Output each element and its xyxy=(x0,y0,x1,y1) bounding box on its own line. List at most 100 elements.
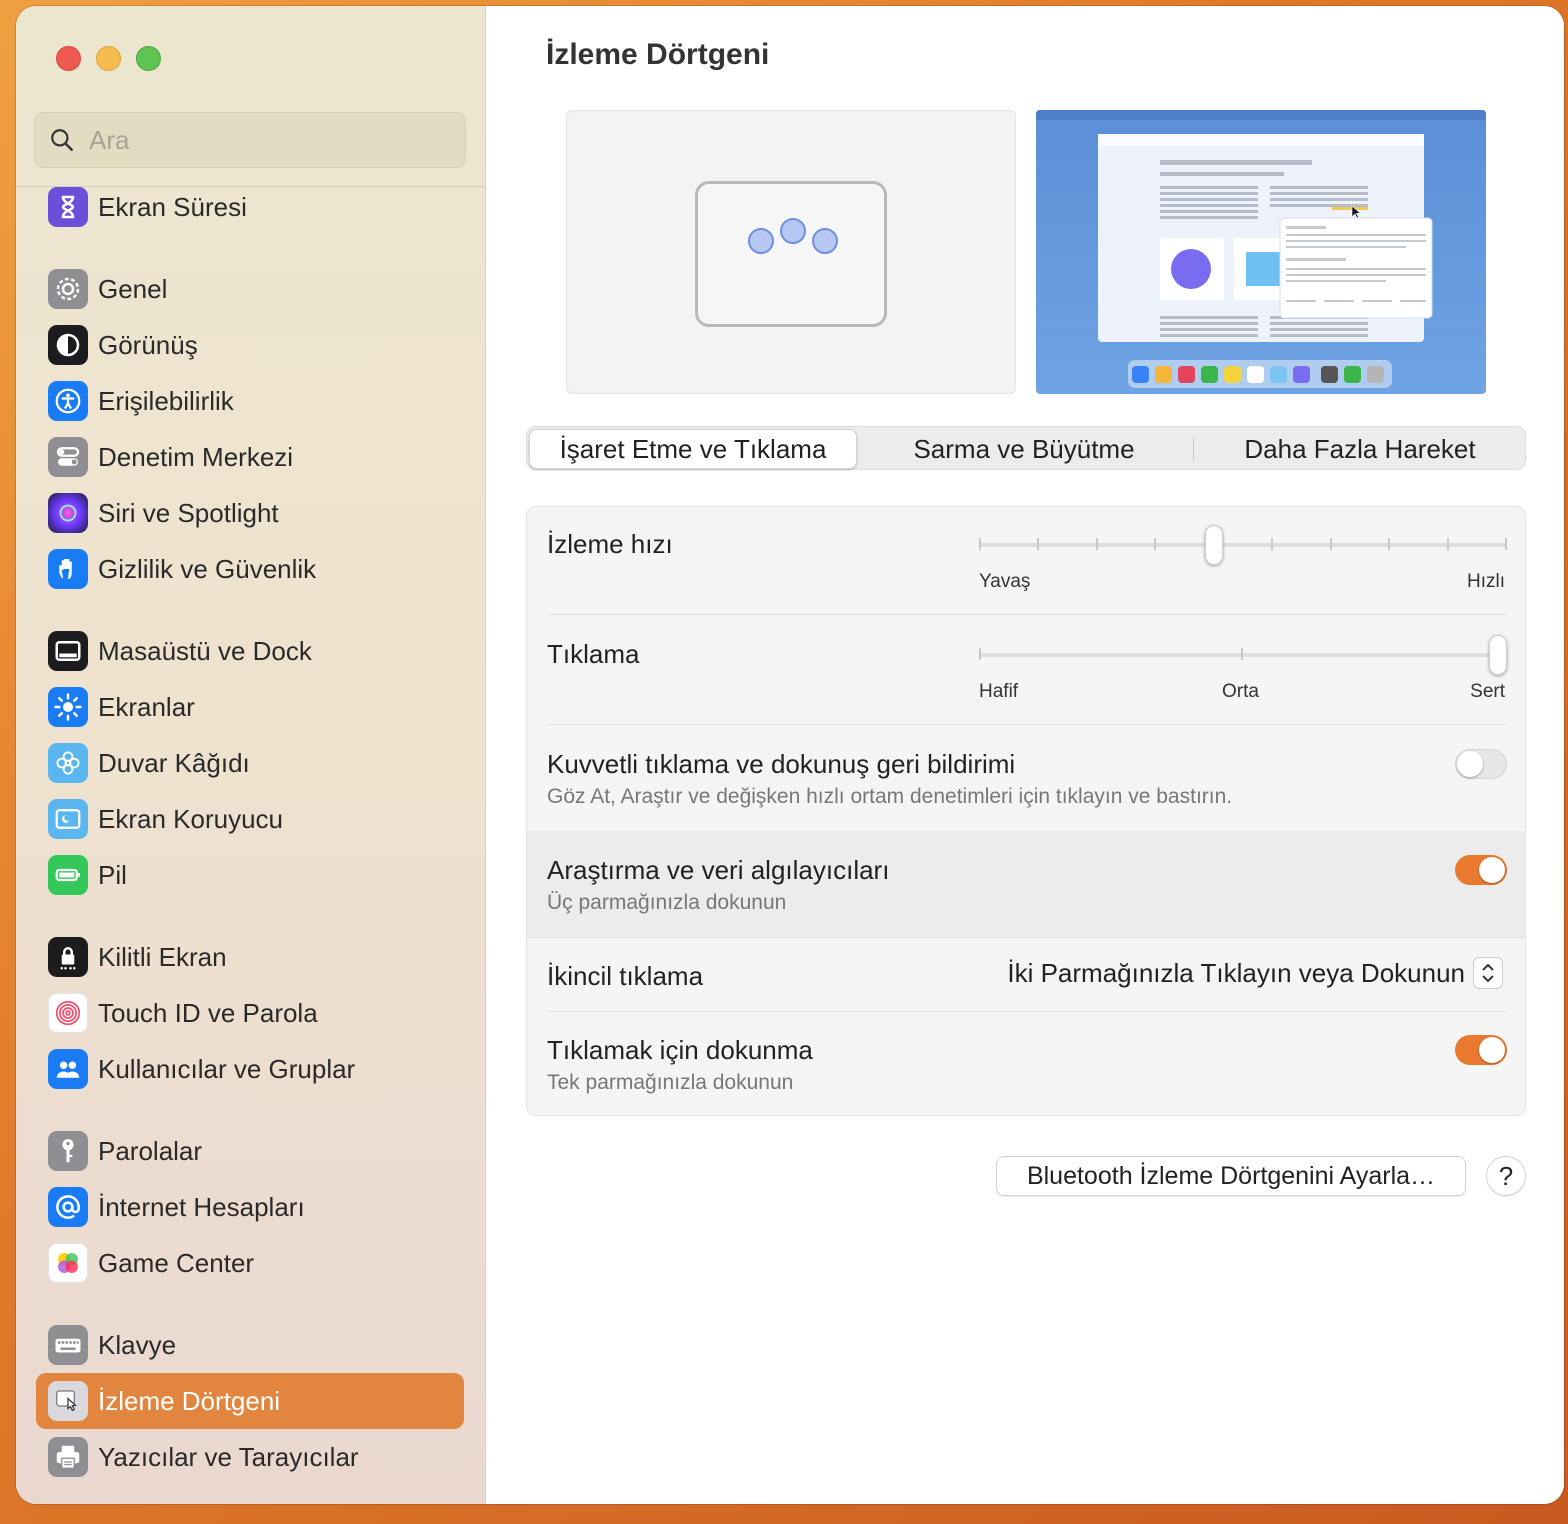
sidebar-item-label: Ekran Koruyucu xyxy=(98,803,283,834)
force-click-toggle[interactable] xyxy=(1455,749,1507,779)
slider-tick xyxy=(979,538,981,550)
lookup-demo-illustration xyxy=(1036,110,1486,388)
force-click-label: Kuvvetli tıklama ve dokunuş geri bildiri… xyxy=(547,749,1016,779)
sidebar-item-label: Game Center xyxy=(98,1247,255,1278)
click-medium-label: Orta xyxy=(1222,681,1259,702)
sidebar-item-label: Gizlilik ve Güvenlik xyxy=(98,553,317,584)
sidebar-item-accessibility[interactable]: Erişilebilirlik xyxy=(36,373,464,429)
row-separator xyxy=(547,1011,1507,1012)
sidebar-item-label: Masaüstü ve Dock xyxy=(98,635,312,666)
slider-tick xyxy=(1388,538,1390,550)
sidebar-item-label: Erişilebilirlik xyxy=(98,385,234,416)
finger-dot xyxy=(812,228,838,254)
key-icon xyxy=(48,1131,88,1171)
secondary-click-value: İki Parmağınızla Tıklayın veya Dokunun xyxy=(1007,957,1465,988)
secondary-click-popup[interactable]: İki Parmağınızla Tıklayın veya Dokunun xyxy=(1007,957,1503,989)
click-pressure-slider[interactable] xyxy=(979,653,1507,657)
sidebar-item-label: Parolalar xyxy=(98,1135,203,1166)
slider-tick xyxy=(1330,538,1332,550)
sidebar-item-passwords[interactable]: Parolalar xyxy=(36,1123,464,1179)
chevron-up-down-icon xyxy=(1473,957,1503,989)
printer-icon xyxy=(48,1437,88,1477)
control-center-icon xyxy=(48,437,88,477)
sidebar-item-displays[interactable]: Ekranlar xyxy=(36,679,464,735)
tab-divider xyxy=(1193,437,1194,461)
settings-window: Ekran Süresi Genel Görünüş Erişilebilirl… xyxy=(16,6,1564,1504)
zoom-window-button[interactable] xyxy=(136,46,161,71)
sidebar-item-wallpaper[interactable]: Duvar Kâğıdı xyxy=(36,735,464,791)
flower-icon xyxy=(48,743,88,783)
sidebar-item-internet-accounts[interactable]: İnternet Hesapları xyxy=(36,1179,464,1235)
force-click-description: Göz At, Araştır ve değişken hızlı ortam … xyxy=(547,785,1233,808)
lock-icon xyxy=(48,937,88,977)
tracking-speed-label: İzleme hızı xyxy=(547,529,673,559)
sidebar-item-appearance[interactable]: Görünüş xyxy=(36,317,464,373)
tab-more-gestures[interactable]: Daha Fazla Hareket xyxy=(1195,429,1525,469)
screensaver-icon xyxy=(48,799,88,839)
appearance-icon xyxy=(48,325,88,365)
users-icon xyxy=(48,1049,88,1089)
sidebar-item-game-center[interactable]: Game Center xyxy=(36,1235,464,1291)
tracking-speed-slider[interactable] xyxy=(979,543,1507,547)
lookup-toggle[interactable] xyxy=(1455,855,1507,885)
row-separator xyxy=(547,724,1507,725)
sidebar-item-label: Touch ID ve Parola xyxy=(98,997,318,1028)
tap-to-click-label: Tıklamak için dokunma xyxy=(547,1035,813,1065)
sidebar-item-label: Ekran Süresi xyxy=(98,191,247,222)
sidebar-item-touch-id[interactable]: Touch ID ve Parola xyxy=(36,985,464,1041)
slider-tick xyxy=(1037,538,1039,550)
slider-tick xyxy=(1447,538,1449,550)
screen-preview xyxy=(1036,110,1486,394)
search-icon xyxy=(51,129,73,151)
fingerprint-icon xyxy=(48,993,88,1033)
sidebar-item-label: Ekranlar xyxy=(98,691,195,722)
sidebar-item-siri[interactable]: Siri ve Spotlight xyxy=(36,485,464,541)
sidebar-item-printers[interactable]: Yazıcılar ve Tarayıcılar xyxy=(36,1429,464,1485)
sidebar-item-screensaver[interactable]: Ekran Koruyucu xyxy=(36,791,464,847)
accessibility-icon xyxy=(48,381,88,421)
sidebar-item-screen-time[interactable]: Ekran Süresi xyxy=(36,179,464,235)
lookup-description: Üç parmağınızla dokunun xyxy=(547,891,787,914)
sidebar-item-control-center[interactable]: Denetim Merkezi xyxy=(36,429,464,485)
sidebar-item-label: Kilitli Ekran xyxy=(98,941,227,972)
slider-tick xyxy=(1154,538,1156,550)
hand-icon xyxy=(48,549,88,589)
gear-icon xyxy=(48,269,88,309)
sidebar-item-keyboard[interactable]: Klavye xyxy=(36,1317,464,1373)
sidebar-item-users[interactable]: Kullanıcılar ve Gruplar xyxy=(36,1041,464,1097)
sidebar-item-label: Siri ve Spotlight xyxy=(98,497,279,528)
slider-tick xyxy=(1271,538,1273,550)
trackpad-illustration xyxy=(695,181,887,327)
minimize-window-button[interactable] xyxy=(96,46,121,71)
tab-scroll-zoom[interactable]: Sarma ve Büyütme xyxy=(859,429,1189,469)
main-content: İzleme Dörtgeni İşaret Etme ve Tıklama S… xyxy=(486,6,1564,1504)
sidebar-item-general[interactable]: Genel xyxy=(36,261,464,317)
tap-to-click-description: Tek parmağınızla dokunun xyxy=(547,1071,794,1094)
game-center-icon xyxy=(48,1243,88,1283)
sidebar-item-label: Kullanıcılar ve Gruplar xyxy=(98,1053,356,1084)
slider-tick xyxy=(979,648,981,660)
sidebar-item-battery[interactable]: Pil xyxy=(36,847,464,903)
dock-icon xyxy=(48,631,88,671)
tap-to-click-toggle[interactable] xyxy=(1455,1035,1507,1065)
finger-dot xyxy=(748,228,774,254)
close-window-button[interactable] xyxy=(56,46,81,71)
sidebar-item-lock-screen[interactable]: Kilitli Ekran xyxy=(36,929,464,985)
sidebar-item-label: Duvar Kâğıdı xyxy=(98,747,250,778)
hourglass-icon xyxy=(48,187,88,227)
finger-dot xyxy=(780,218,806,244)
sidebar-item-privacy[interactable]: Gizlilik ve Güvenlik xyxy=(36,541,464,597)
search-input[interactable] xyxy=(89,124,449,156)
sidebar-item-trackpad[interactable]: İzleme Dörtgeni xyxy=(36,1373,464,1429)
tracking-speed-knob[interactable] xyxy=(1205,525,1223,565)
slider-min-label: Yavaş xyxy=(979,571,1031,592)
sidebar-item-desktop-dock[interactable]: Masaüstü ve Dock xyxy=(36,623,464,679)
search-field[interactable] xyxy=(34,112,466,168)
bluetooth-trackpad-setup-button[interactable]: Bluetooth İzleme Dörtgenini Ayarla… xyxy=(996,1156,1466,1196)
row-separator xyxy=(547,614,1507,615)
click-light-label: Hafif xyxy=(979,681,1019,702)
slider-tick xyxy=(1505,538,1507,550)
click-pressure-knob[interactable] xyxy=(1489,635,1507,675)
tab-point-click[interactable]: İşaret Etme ve Tıklama xyxy=(529,429,857,469)
help-button[interactable]: ? xyxy=(1486,1156,1526,1196)
